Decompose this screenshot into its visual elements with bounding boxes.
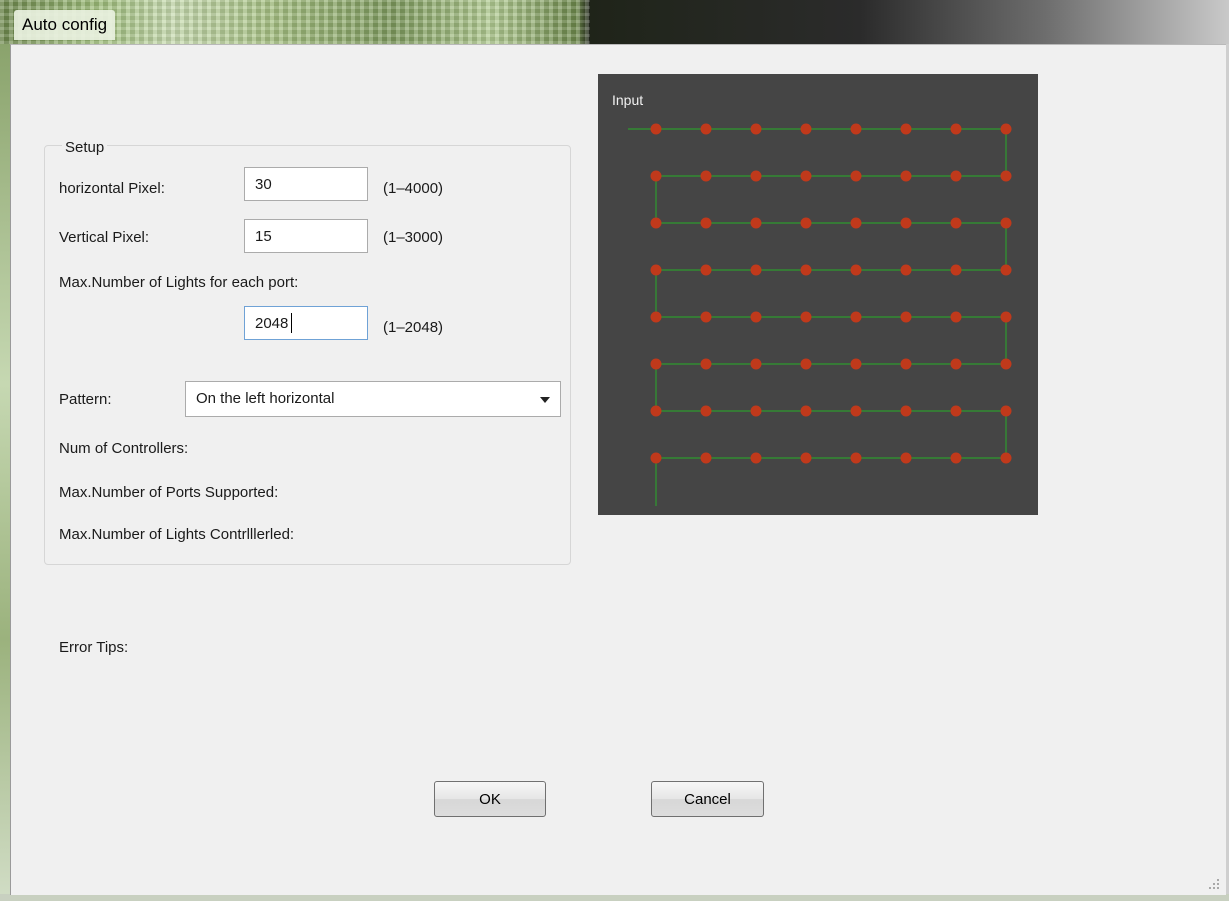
light-dot <box>950 452 962 464</box>
light-dot <box>850 170 862 182</box>
light-dot <box>950 311 962 323</box>
pattern-label: Pattern: <box>59 391 112 408</box>
light-dot <box>900 452 912 464</box>
light-dot <box>700 123 712 135</box>
light-dot <box>800 452 812 464</box>
light-dot <box>900 405 912 417</box>
window-frame-bottom <box>0 894 1229 901</box>
light-dot <box>750 358 762 370</box>
horizontal-pixel-range: (1–4000) <box>383 180 444 197</box>
light-dot <box>1000 405 1012 417</box>
light-dot <box>750 264 762 276</box>
light-dot <box>750 170 762 182</box>
resize-grip-icon[interactable] <box>1207 877 1221 891</box>
num-controllers-label: Num of Controllers: <box>59 440 189 457</box>
light-dot <box>850 311 862 323</box>
vertical-pixel-range: (1–3000) <box>383 229 444 246</box>
title-bar[interactable]: Auto config <box>0 0 1229 44</box>
light-dot <box>700 405 712 417</box>
light-dot <box>950 170 962 182</box>
light-dot <box>950 217 962 229</box>
cancel-button[interactable]: Cancel <box>651 781 764 817</box>
pattern-selected-value: On the left horizontal <box>196 390 335 407</box>
max-ports-label: Max.Number of Ports Supported: <box>59 484 279 501</box>
pattern-dropdown[interactable]: On the left horizontal <box>185 381 561 417</box>
max-lights-input[interactable] <box>244 306 368 340</box>
light-dot <box>900 358 912 370</box>
light-dot <box>650 123 662 135</box>
light-dot <box>750 452 762 464</box>
horizontal-pixel-input[interactable] <box>244 167 368 201</box>
light-dot <box>850 358 862 370</box>
light-dot <box>1000 264 1012 276</box>
ok-button[interactable]: OK <box>434 781 546 817</box>
vertical-pixel-label: Vertical Pixel: <box>59 229 150 246</box>
light-dot <box>700 170 712 182</box>
horizontal-pixel-label: horizontal Pixel: <box>59 180 165 197</box>
light-dot <box>850 217 862 229</box>
max-lights-range: (1–2048) <box>383 319 444 336</box>
light-dot <box>900 123 912 135</box>
light-dot <box>650 405 662 417</box>
light-dot <box>650 452 662 464</box>
light-dot <box>1000 123 1012 135</box>
window-frame-left <box>0 44 10 894</box>
max-lights-label: Max.Number of Lights for each port: <box>59 274 299 291</box>
light-dot <box>900 264 912 276</box>
setup-legend: Setup <box>62 139 108 157</box>
light-dot <box>750 123 762 135</box>
vertical-pixel-input[interactable] <box>244 219 368 253</box>
light-dot <box>800 358 812 370</box>
light-dot <box>650 358 662 370</box>
window-title: Auto config <box>14 10 116 40</box>
light-dot <box>950 123 962 135</box>
light-dot <box>700 217 712 229</box>
chevron-down-icon[interactable] <box>530 382 560 416</box>
light-dot <box>800 311 812 323</box>
max-lights-controlled-label: Max.Number of Lights Contrlllerled: <box>59 526 295 543</box>
light-dot <box>900 170 912 182</box>
light-dot <box>800 405 812 417</box>
light-dot <box>950 264 962 276</box>
light-dot <box>750 217 762 229</box>
light-dot <box>900 217 912 229</box>
light-dot <box>1000 217 1012 229</box>
light-dot <box>1000 452 1012 464</box>
light-dot <box>650 170 662 182</box>
light-dot <box>850 405 862 417</box>
light-dot <box>950 358 962 370</box>
light-dot <box>700 452 712 464</box>
light-dot <box>900 311 912 323</box>
light-dot <box>800 264 812 276</box>
light-dot <box>850 264 862 276</box>
light-dot <box>650 264 662 276</box>
light-dot <box>700 311 712 323</box>
light-dot <box>850 123 862 135</box>
light-dot <box>800 123 812 135</box>
light-dot <box>800 217 812 229</box>
light-dot <box>750 405 762 417</box>
light-dot <box>1000 311 1012 323</box>
light-dot <box>850 452 862 464</box>
text-caret <box>291 313 292 333</box>
light-dot <box>1000 170 1012 182</box>
wiring-diagram <box>628 123 1012 506</box>
light-dot <box>750 311 762 323</box>
light-dot <box>700 358 712 370</box>
light-dot <box>1000 358 1012 370</box>
light-dot <box>650 311 662 323</box>
input-preview-panel: Input <box>598 74 1038 515</box>
light-dot <box>800 170 812 182</box>
light-dot <box>650 217 662 229</box>
light-dot <box>700 264 712 276</box>
error-tips-label: Error Tips: <box>59 639 129 656</box>
light-dot <box>950 405 962 417</box>
